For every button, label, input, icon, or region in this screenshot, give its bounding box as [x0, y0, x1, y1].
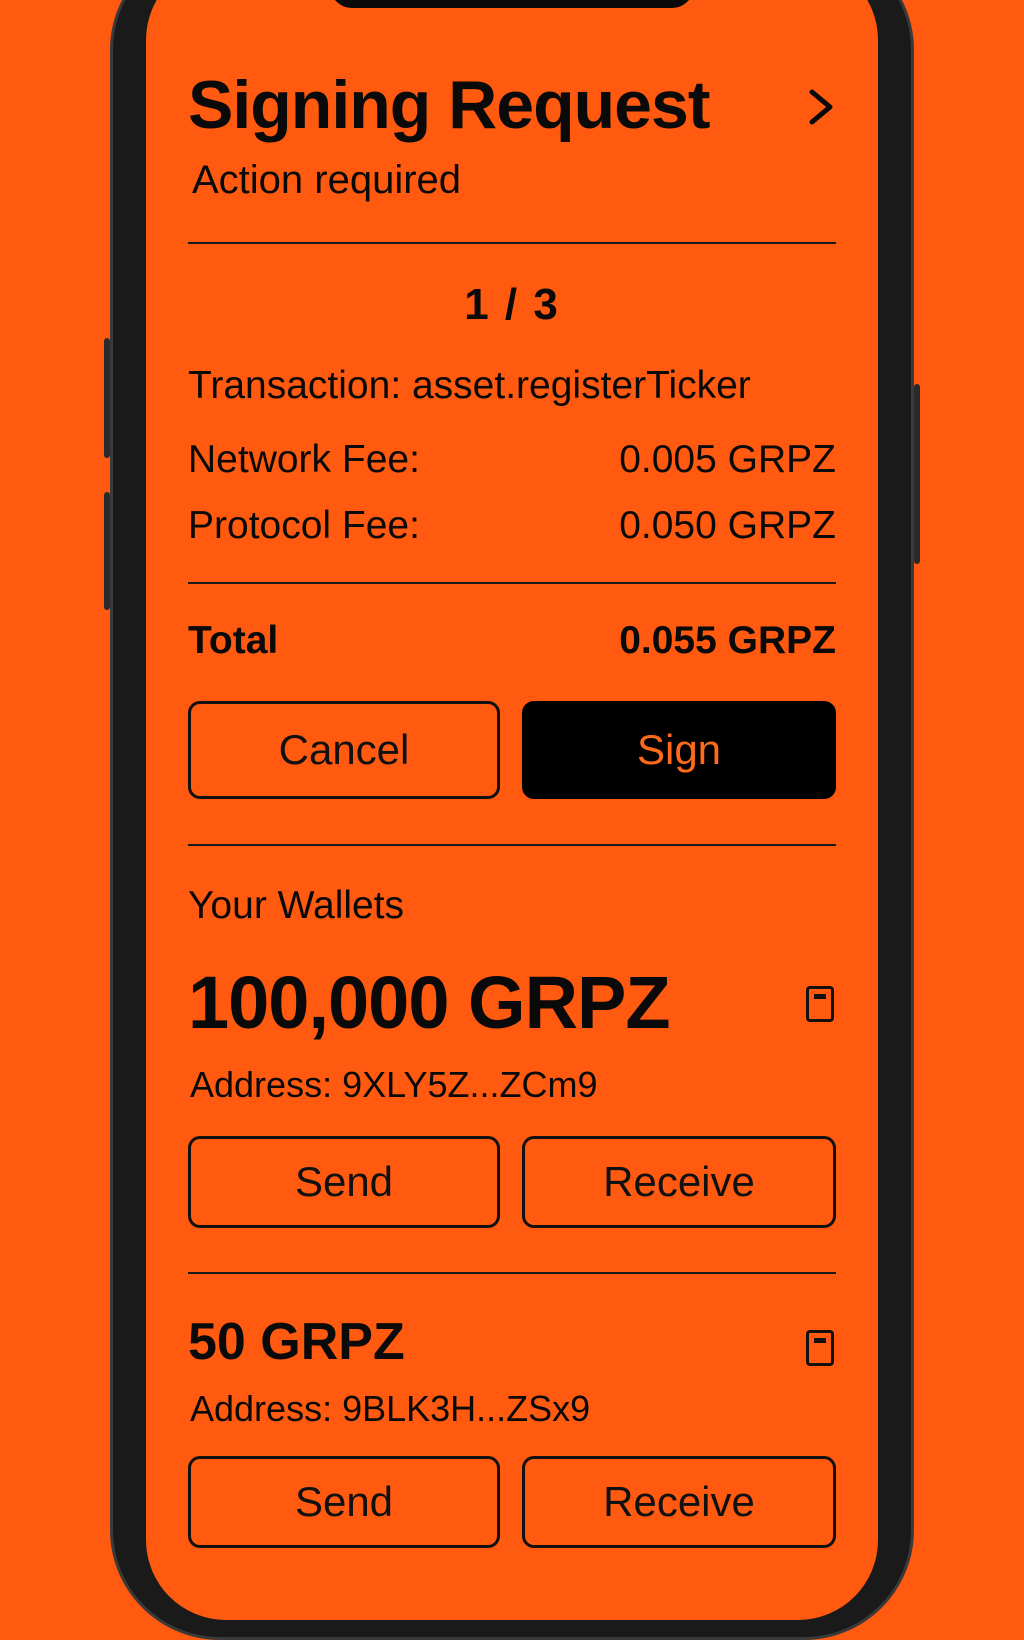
receive-button[interactable]: Receive [522, 1456, 836, 1548]
notch [330, 0, 694, 8]
chevron-right-icon[interactable] [800, 86, 842, 128]
cancel-button[interactable]: Cancel [188, 701, 500, 799]
side-button-power [914, 384, 920, 564]
wallet-address: Address: 9XLY5Z...ZCm9 [190, 1064, 598, 1105]
total-label: Total [188, 619, 279, 662]
page-subtitle: Action required [192, 158, 462, 202]
wallets-section-label: Your Wallets [188, 884, 405, 927]
total-value: 0.055 GRPZ [619, 619, 836, 662]
protocol-fee-value: 0.050 GRPZ [619, 504, 836, 547]
wallet-balance: 100,000 GRPZ [188, 961, 671, 1044]
wallet-address: Address: 9BLK3H...ZSx9 [190, 1388, 591, 1429]
divider [188, 844, 836, 846]
network-fee-label: Network Fee: [188, 438, 420, 481]
page-title: Signing Request [188, 67, 710, 143]
copy-icon[interactable] [806, 1330, 834, 1366]
side-button-volume-up [104, 338, 110, 458]
send-button[interactable]: Send [188, 1136, 500, 1228]
side-button-volume-down [104, 492, 110, 610]
request-counter: 1 / 3 [464, 280, 560, 329]
transaction-name: Transaction: asset.registerTicker [188, 364, 751, 407]
sign-button[interactable]: Sign [522, 701, 836, 799]
copy-icon[interactable] [806, 986, 834, 1022]
receive-button[interactable]: Receive [522, 1136, 836, 1228]
wallet-balance: 50 GRPZ [188, 1313, 405, 1371]
divider [188, 582, 836, 584]
network-fee-value: 0.005 GRPZ [619, 438, 836, 481]
send-button[interactable]: Send [188, 1456, 500, 1548]
divider [188, 1272, 836, 1274]
divider [188, 242, 836, 244]
protocol-fee-label: Protocol Fee: [188, 504, 420, 547]
